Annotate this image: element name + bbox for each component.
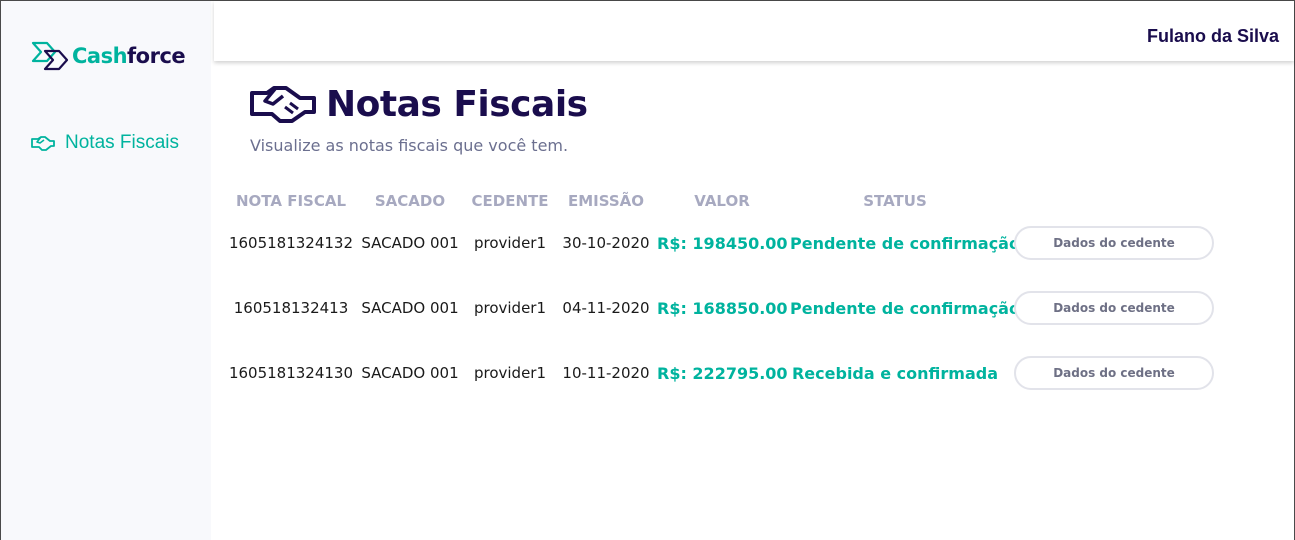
status-badge: Recebida e confirmada: [791, 364, 999, 383]
cell-sacado: SACADO 001: [361, 299, 459, 317]
brand-logo[interactable]: Cashforce: [31, 41, 186, 71]
column-header-emissao: EMISSÃO: [567, 192, 645, 210]
cell-cedente: provider1: [473, 234, 547, 252]
cell-valor: R$: 168850.00: [657, 299, 788, 318]
cell-valor: R$: 222795.00: [657, 364, 788, 383]
column-header-cedente: CEDENTE: [471, 192, 549, 210]
page-title-text: Notas Fiscais: [326, 83, 588, 125]
sidebar-item-notas-fiscais[interactable]: Notas Fiscais: [31, 131, 179, 155]
brand-name: Cashforce: [72, 44, 186, 68]
cell-valor: R$: 198450.00: [657, 234, 788, 253]
handshake-icon: [250, 86, 316, 123]
cell-emissao: 10-11-2020: [562, 364, 650, 382]
column-header-status: STATUS: [863, 192, 927, 210]
cell-nota-fiscal: 1605181324132: [228, 234, 354, 252]
status-badge: Pendente de confirmação: [790, 299, 1020, 318]
column-header-valor: VALOR: [694, 192, 750, 210]
cell-sacado: SACADO 001: [361, 234, 459, 252]
dados-do-cedente-button[interactable]: Dados do cedente: [1014, 226, 1214, 260]
status-badge: Pendente de confirmação: [790, 234, 1020, 253]
dados-do-cedente-button[interactable]: Dados do cedente: [1014, 356, 1214, 390]
page-subtitle: Visualize as notas fiscais que você tem.: [250, 136, 569, 155]
cell-emissao: 04-11-2020: [562, 299, 650, 317]
column-header-sacado: SACADO: [374, 192, 446, 210]
cell-nota-fiscal: 160518132413: [233, 299, 349, 317]
cell-emissao: 30-10-2020: [562, 234, 650, 252]
cell-sacado: SACADO 001: [361, 364, 459, 382]
cashforce-logo-icon: [31, 41, 69, 71]
cell-cedente: provider1: [473, 364, 547, 382]
dados-do-cedente-button[interactable]: Dados do cedente: [1014, 291, 1214, 325]
cell-nota-fiscal: 1605181324130: [228, 364, 354, 382]
sidebar: Cashforce Notas Fiscais: [1, 1, 211, 540]
user-name[interactable]: Fulano da Silva: [1147, 26, 1279, 47]
cell-cedente: provider1: [473, 299, 547, 317]
sidebar-item-label: Notas Fiscais: [65, 132, 180, 153]
handshake-icon: [31, 136, 55, 151]
top-header: Fulano da Silva: [214, 1, 1294, 61]
page-title: Notas Fiscais: [250, 80, 588, 128]
column-header-nota-fiscal: NOTA FISCAL: [236, 192, 347, 210]
